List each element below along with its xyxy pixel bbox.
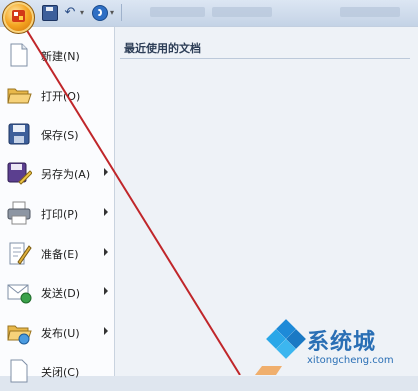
office-button[interactable] — [2, 1, 35, 34]
watermark: 系统城 xitongcheng.com — [263, 318, 418, 375]
annotation-arrow-line — [17, 15, 241, 375]
watermark-name: 系统城 — [307, 330, 377, 355]
watermark-logo-icon — [266, 319, 306, 359]
watermark-url: xitongcheng.com — [307, 355, 394, 366]
office-logo-icon — [12, 10, 25, 22]
